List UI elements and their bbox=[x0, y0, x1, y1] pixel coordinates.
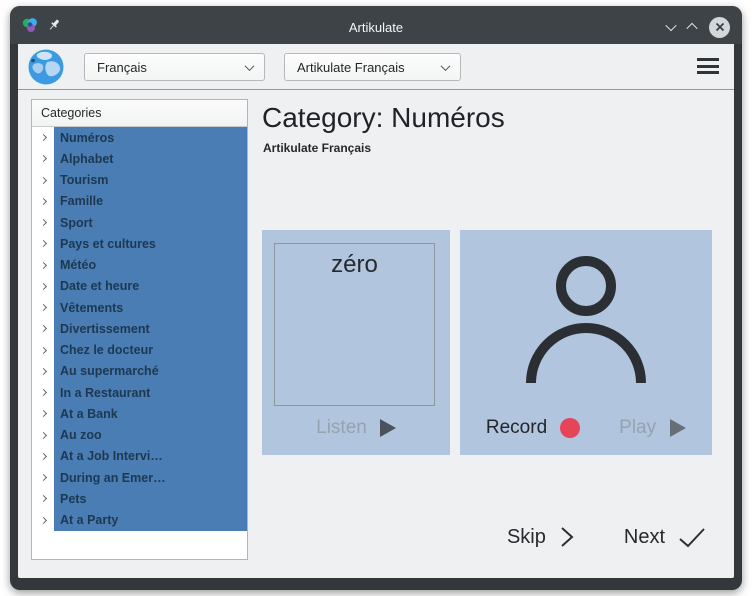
category-item-famille[interactable]: Famille bbox=[32, 191, 247, 212]
phrase-box: zéro bbox=[274, 243, 435, 406]
pin-icon[interactable] bbox=[47, 18, 61, 37]
chevron-right-icon[interactable] bbox=[559, 526, 575, 548]
expand-chevron-icon[interactable] bbox=[32, 467, 54, 488]
close-icon bbox=[715, 22, 725, 32]
desktop-background: Artikulate bbox=[0, 0, 752, 596]
listen-button[interactable]: Listen bbox=[316, 417, 367, 439]
categories-list: Numéros Alphabet Tourism Famille Sport P… bbox=[32, 127, 247, 531]
category-item-vetements[interactable]: Vêtements bbox=[32, 297, 247, 318]
next-button[interactable]: Next bbox=[624, 526, 665, 549]
person-silhouette-icon bbox=[521, 251, 651, 390]
expand-chevron-icon[interactable] bbox=[32, 382, 54, 403]
chevron-down-icon bbox=[441, 61, 451, 71]
minimize-icon bbox=[665, 20, 676, 31]
play-button[interactable]: Play bbox=[619, 417, 656, 439]
course-select[interactable]: Artikulate Français bbox=[284, 53, 461, 81]
course-subtitle: Artikulate Français bbox=[263, 141, 371, 155]
play-triangle-icon[interactable] bbox=[380, 419, 396, 437]
window-content: Français Artikulate Français Categories … bbox=[18, 44, 734, 578]
category-item-au-supermarche[interactable]: Au supermarché bbox=[32, 361, 247, 382]
main-area: Categories Numéros Alphabet Tourism Fami… bbox=[18, 91, 734, 578]
category-item-at-a-party[interactable]: At a Party bbox=[32, 510, 247, 531]
expand-chevron-icon[interactable] bbox=[32, 488, 54, 509]
category-item-au-zoo[interactable]: Au zoo bbox=[32, 425, 247, 446]
category-item-chez-le-docteur[interactable]: Chez le docteur bbox=[32, 340, 247, 361]
titlebar-left-icons bbox=[22, 17, 61, 38]
checkmark-icon[interactable] bbox=[678, 527, 706, 548]
record-card: Record Play bbox=[460, 230, 712, 455]
category-item-date-et-heure[interactable]: Date et heure bbox=[32, 276, 247, 297]
expand-chevron-icon[interactable] bbox=[32, 255, 54, 276]
expand-chevron-icon[interactable] bbox=[32, 510, 54, 531]
footer-navigation: Skip Next bbox=[507, 524, 706, 550]
window-title: Artikulate bbox=[10, 6, 742, 44]
maximize-button[interactable] bbox=[688, 18, 696, 36]
artikulate-app-icon bbox=[22, 17, 38, 38]
expand-chevron-icon[interactable] bbox=[32, 446, 54, 467]
expand-chevron-icon[interactable] bbox=[32, 170, 54, 191]
expand-chevron-icon[interactable] bbox=[32, 212, 54, 233]
listen-controls: Listen bbox=[262, 417, 450, 439]
titlebar[interactable]: Artikulate bbox=[10, 6, 742, 44]
categories-header: Categories bbox=[32, 100, 247, 127]
expand-chevron-icon[interactable] bbox=[32, 276, 54, 297]
category-item-divertissement[interactable]: Divertissement bbox=[32, 318, 247, 339]
play-group: Play bbox=[619, 417, 686, 439]
language-select-value: Français bbox=[97, 60, 147, 75]
maximize-icon bbox=[686, 23, 697, 34]
category-item-at-a-bank[interactable]: At a Bank bbox=[32, 403, 247, 424]
chevron-down-icon bbox=[245, 61, 255, 71]
expand-chevron-icon[interactable] bbox=[32, 148, 54, 169]
training-area: Category: Numéros Artikulate Français zé… bbox=[248, 91, 734, 578]
expand-chevron-icon[interactable] bbox=[32, 361, 54, 382]
minimize-button[interactable] bbox=[667, 18, 675, 36]
expand-chevron-icon[interactable] bbox=[32, 127, 54, 148]
skip-button[interactable]: Skip bbox=[507, 526, 546, 549]
category-item-pets[interactable]: Pets bbox=[32, 488, 247, 509]
category-item-in-a-restaurant[interactable]: In a Restaurant bbox=[32, 382, 247, 403]
titlebar-right-buttons bbox=[667, 10, 730, 44]
play-triangle-icon[interactable] bbox=[670, 419, 686, 437]
record-button[interactable]: Record bbox=[486, 417, 547, 439]
close-button[interactable] bbox=[709, 17, 730, 38]
record-controls: Record Play bbox=[460, 417, 712, 439]
phrase-text: zéro bbox=[331, 251, 378, 278]
expand-chevron-icon[interactable] bbox=[32, 318, 54, 339]
expand-chevron-icon[interactable] bbox=[32, 340, 54, 361]
category-item-meteo[interactable]: Météo bbox=[32, 255, 247, 276]
expand-chevron-icon[interactable] bbox=[32, 297, 54, 318]
expand-chevron-icon[interactable] bbox=[32, 425, 54, 446]
menu-button[interactable] bbox=[697, 58, 719, 78]
app-window: Artikulate bbox=[10, 6, 742, 590]
expand-chevron-icon[interactable] bbox=[32, 403, 54, 424]
language-select[interactable]: Français bbox=[84, 53, 265, 81]
expand-chevron-icon[interactable] bbox=[32, 233, 54, 254]
category-item-sport[interactable]: Sport bbox=[32, 212, 247, 233]
course-select-value: Artikulate Français bbox=[297, 60, 405, 75]
category-item-numeros[interactable]: Numéros bbox=[32, 127, 247, 148]
category-item-alphabet[interactable]: Alphabet bbox=[32, 148, 247, 169]
phrase-card: zéro Listen bbox=[262, 230, 450, 455]
page-title: Category: Numéros bbox=[262, 102, 505, 134]
record-dot-icon[interactable] bbox=[560, 418, 580, 438]
category-item-at-a-job-interview[interactable]: At a Job Intervi… bbox=[32, 446, 247, 467]
categories-panel: Categories Numéros Alphabet Tourism Fami… bbox=[31, 99, 248, 560]
expand-chevron-icon[interactable] bbox=[32, 191, 54, 212]
globe-icon bbox=[27, 48, 65, 86]
category-item-pays-et-cultures[interactable]: Pays et cultures bbox=[32, 233, 247, 254]
category-item-during-an-emergency[interactable]: During an Emer… bbox=[32, 467, 247, 488]
category-item-tourism[interactable]: Tourism bbox=[32, 170, 247, 191]
toolbar: Français Artikulate Français bbox=[18, 44, 734, 90]
